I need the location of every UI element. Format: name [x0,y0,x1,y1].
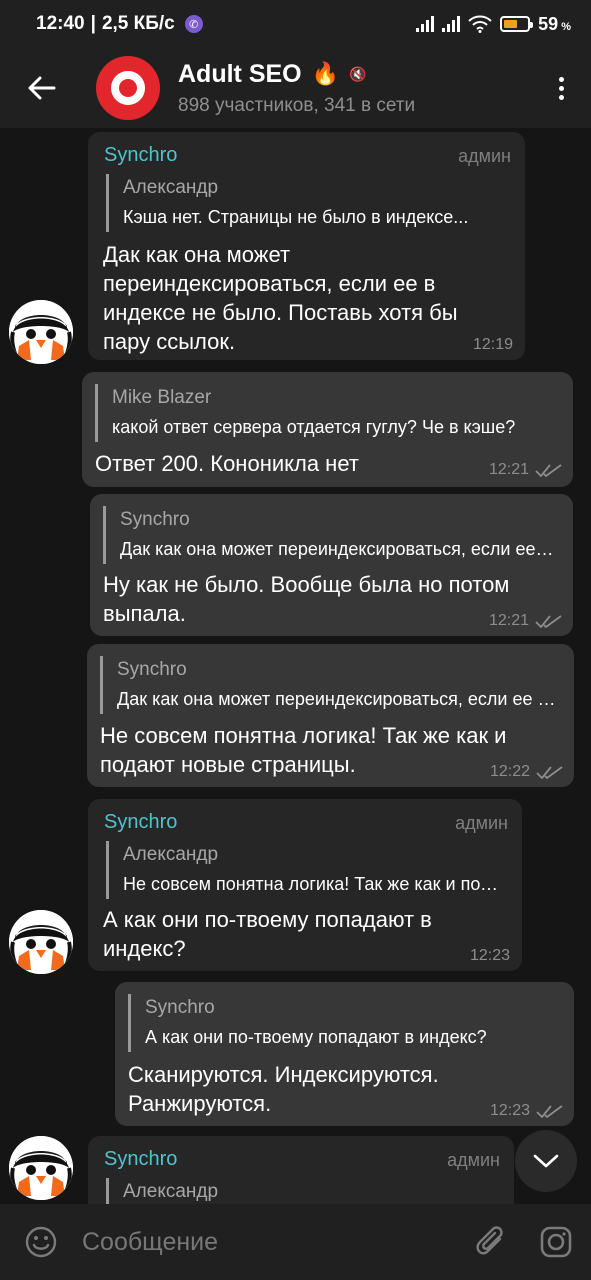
quote-author: Synchro [117,659,187,680]
signal-icon-2 [442,16,461,32]
reply-quote[interactable]: Mike Blazer какой ответ сервера отдается… [95,384,560,442]
sender-role: админ [447,1150,500,1170]
double-check-icon [536,1105,563,1118]
quote-author: Synchro [120,509,190,530]
fire-icon: 🔥 [311,61,340,86]
quote-author: Александр [123,844,219,865]
message-text: Дак как она может переиндексироваться, е… [103,242,458,354]
target-logo-icon [111,71,145,105]
status-speed: 2,5 КБ/с [101,13,175,34]
quote-author: Synchro [145,997,215,1018]
message-sender[interactable]: Synchro [104,144,177,167]
quote-text: Кэша нет. Страницы не было в индексе... [123,207,469,227]
status-bar: 12:40 | 2,5 КБ/с ✆ 59 % [0,0,591,48]
message-time: 12:23 [490,1102,564,1120]
message-time: 12:19 [472,336,513,353]
quote-text: А как они по-твоему попадают в индекс? [145,1027,487,1047]
quote-author: Mike Blazer [112,387,212,408]
message-list[interactable]: Synchro админ Александр Кэша нет. Страни… [0,128,591,1204]
message-bubble[interactable]: Synchro Дак как она может переиндексиров… [87,644,574,787]
chevron-down-icon [533,1154,559,1168]
paperclip-icon[interactable] [461,1225,521,1259]
message-composer [0,1204,591,1280]
message-input[interactable] [82,1227,461,1257]
message-bubble[interactable]: Synchro админ Александр [88,1136,514,1204]
status-separator: | [90,13,96,34]
message-time: 12:21 [489,612,563,630]
quote-text: Дак как она может переиндексироваться, е… [120,539,558,559]
reply-quote[interactable]: Synchro Дак как она может переиндексиров… [103,506,558,564]
back-arrow-icon[interactable] [0,48,84,128]
status-left: 12:40 | 2,5 КБ/с ✆ [36,13,203,35]
emoji-icon[interactable] [0,1225,82,1259]
wifi-icon [468,15,492,33]
message-time: 12:21 [489,461,563,479]
user-avatar[interactable] [9,910,73,974]
user-avatar[interactable] [9,1136,73,1200]
message-bubble[interactable]: Mike Blazer какой ответ сервера отдается… [82,372,573,487]
user-avatar[interactable] [9,300,73,364]
message-sender[interactable]: Synchro [104,1148,177,1171]
sender-role: админ [458,146,511,166]
message-bubble[interactable]: Synchro А как они по-твоему попадают в и… [115,982,574,1126]
instagram-camera-icon[interactable] [521,1225,591,1259]
reply-quote[interactable]: Александр Кэша нет. Страницы не было в и… [106,174,511,232]
quote-author: Александр [123,177,219,198]
quote-text: Дак как она может переиндексироваться, е… [117,689,560,709]
group-avatar[interactable] [96,56,160,120]
message-bubble[interactable]: Synchro админ Александр Кэша нет. Страни… [88,132,525,360]
message-text: А как они по-твоему попадают в индекс? [103,907,432,961]
battery-icon [500,16,534,32]
reply-quote[interactable]: Александр Не совсем понятна логика! Так … [106,841,506,899]
battery-fill [504,20,518,28]
message-text: Ответ 200. Кононикла нет [95,451,359,476]
header-text[interactable]: Adult SEO 🔥 🔇 898 участников, 341 в сети [178,60,531,117]
more-options-icon[interactable] [531,48,591,128]
quote-author: Александр [123,1181,219,1202]
mute-icon: 🔇 [349,65,367,82]
message-bubble[interactable]: Synchro админ Александр Не совсем понятн… [88,799,522,971]
reply-quote[interactable]: Synchro Дак как она может переиндексиров… [100,656,560,714]
message-sender[interactable]: Synchro [104,811,177,834]
chat-subtitle: 898 участников, 341 в сети [178,94,416,116]
sender-role: админ [455,813,508,833]
viber-icon: ✆ [184,15,203,33]
double-check-icon [535,464,562,477]
status-time: 12:40 [36,13,85,34]
signal-icon [416,16,435,32]
quote-text: Не совсем понятна логика! Так же как и п… [123,874,506,894]
reply-quote[interactable]: Synchro А как они по-твоему попадают в и… [128,994,563,1052]
status-right: 59 % [416,14,571,35]
double-check-icon [536,766,563,779]
message-time: 12:23 [469,947,510,964]
reply-quote[interactable]: Александр [106,1178,496,1204]
scroll-down-button[interactable] [515,1130,577,1192]
double-check-icon [535,615,562,628]
message-time: 12:22 [490,763,564,781]
chat-title: Adult SEO [178,59,302,88]
quote-text: какой ответ сервера отдается гуглу? Че в… [112,417,516,437]
battery-percent: 59 % [538,13,571,34]
chat-header: Adult SEO 🔥 🔇 898 участников, 341 в сети [0,48,591,128]
message-bubble[interactable]: Synchro Дак как она может переиндексиров… [90,494,573,636]
